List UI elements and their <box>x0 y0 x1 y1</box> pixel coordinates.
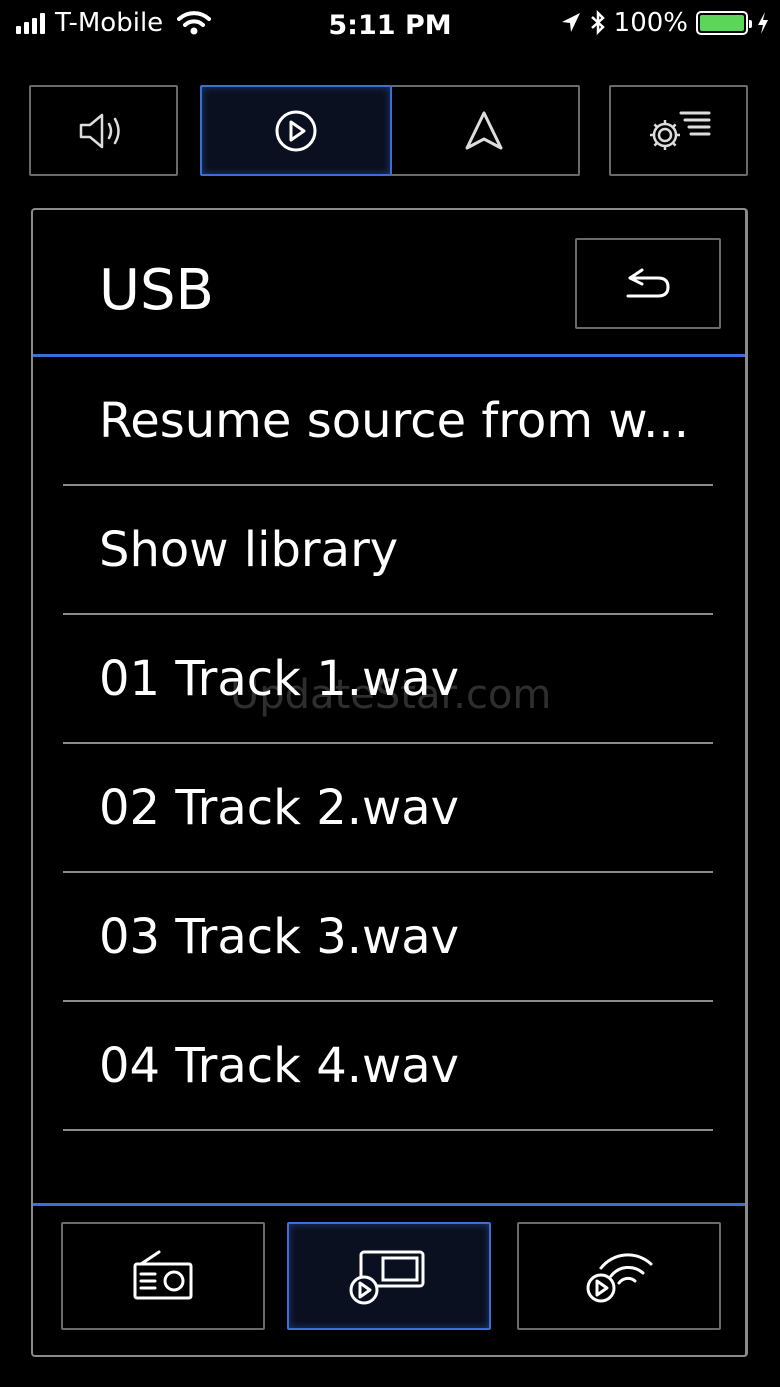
navigation-arrow-icon <box>462 109 506 153</box>
back-button[interactable] <box>575 238 721 329</box>
streaming-tab-button[interactable] <box>517 1222 721 1330</box>
radio-icon <box>131 1248 195 1304</box>
list-item-track-1[interactable]: 01 Track 1.wav <box>63 615 713 744</box>
location-arrow-icon <box>560 11 582 35</box>
media-button[interactable] <box>200 85 392 176</box>
play-circle-icon <box>273 108 319 154</box>
page-title: USB <box>99 258 214 323</box>
media-player-icon <box>347 1244 431 1308</box>
battery-percent: 100% <box>613 8 688 38</box>
volume-button[interactable] <box>29 85 178 176</box>
bluetooth-icon <box>590 10 606 36</box>
charging-bolt-icon <box>756 11 770 35</box>
speaker-icon <box>77 111 131 151</box>
settings-menu-icon <box>643 105 715 157</box>
status-right: 100% <box>560 8 770 38</box>
wireless-play-icon <box>581 1246 657 1306</box>
footer-divider <box>33 1203 745 1206</box>
list-item-track-4[interactable]: 04 Track 4.wav <box>63 1002 713 1131</box>
usb-panel: USB Resume source from w... Show library… <box>31 208 748 1357</box>
settings-menu-button[interactable] <box>609 85 748 176</box>
list-item-track-3[interactable]: 03 Track 3.wav <box>63 873 713 1002</box>
navigation-button[interactable] <box>390 85 580 176</box>
battery-icon <box>696 11 752 35</box>
list-item-resume-source[interactable]: Resume source from w... <box>63 357 713 486</box>
source-list: Resume source from w... Show library 01 … <box>63 357 713 1131</box>
battery-fill <box>700 15 744 31</box>
status-bar: T-Mobile 5:11 PM 100% <box>0 0 780 56</box>
list-item-track-2[interactable]: 02 Track 2.wav <box>63 744 713 873</box>
radio-tab-button[interactable] <box>61 1222 265 1330</box>
list-item-show-library[interactable]: Show library <box>63 486 713 615</box>
back-arrow-icon <box>620 264 676 304</box>
media-source-tab-button[interactable] <box>287 1222 491 1330</box>
